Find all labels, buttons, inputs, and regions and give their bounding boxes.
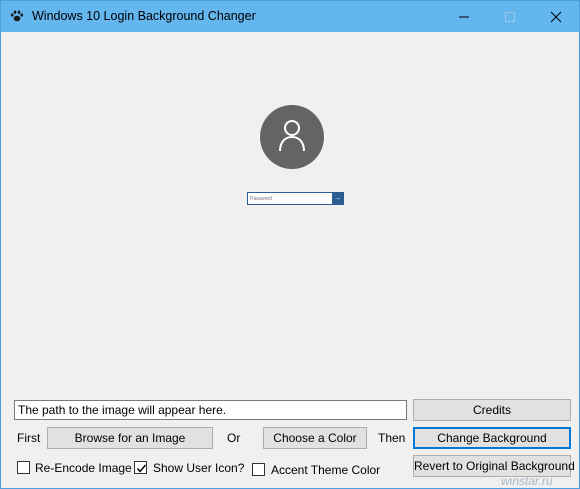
accent-color-checkbox[interactable]	[252, 463, 265, 476]
login-preview: →	[2, 32, 580, 392]
arrow-right-icon: →	[332, 193, 343, 204]
paw-icon	[10, 9, 24, 23]
app-window: Windows 10 Login Background Changer Pass…	[0, 0, 580, 489]
window-title: Windows 10 Login Background Changer	[32, 9, 256, 23]
maximize-button[interactable]	[487, 1, 533, 32]
checkmark-icon	[136, 464, 147, 473]
watermark: winstar.ru	[501, 474, 553, 488]
avatar	[260, 105, 324, 169]
or-label: Or	[227, 431, 241, 445]
user-icon	[279, 120, 305, 152]
maximize-icon	[505, 12, 515, 22]
minimize-button[interactable]	[441, 1, 487, 32]
then-label: Then	[378, 431, 406, 445]
choose-color-button[interactable]: Choose a Color	[263, 427, 367, 449]
close-button[interactable]	[533, 1, 579, 32]
show-user-icon-label[interactable]: Show User Icon?	[153, 461, 244, 475]
image-path-field[interactable]: The path to the image will appear here.	[14, 400, 407, 420]
credits-button[interactable]: Credits	[413, 399, 571, 421]
close-icon	[550, 11, 562, 23]
first-label: First	[17, 431, 41, 445]
title-bar[interactable]: Windows 10 Login Background Changer	[1, 1, 579, 32]
accent-color-label[interactable]: Accent Theme Color	[271, 463, 380, 477]
show-user-icon-checkbox[interactable]	[134, 461, 147, 474]
password-preview-box: →	[247, 192, 344, 205]
minimize-icon	[459, 16, 469, 18]
password-preview-input	[248, 193, 332, 204]
browse-image-button[interactable]: Browse for an Image	[47, 427, 213, 449]
reencode-checkbox[interactable]	[17, 461, 30, 474]
reencode-label[interactable]: Re-Encode Image	[35, 461, 132, 475]
change-background-button[interactable]: Change Background	[413, 427, 571, 449]
